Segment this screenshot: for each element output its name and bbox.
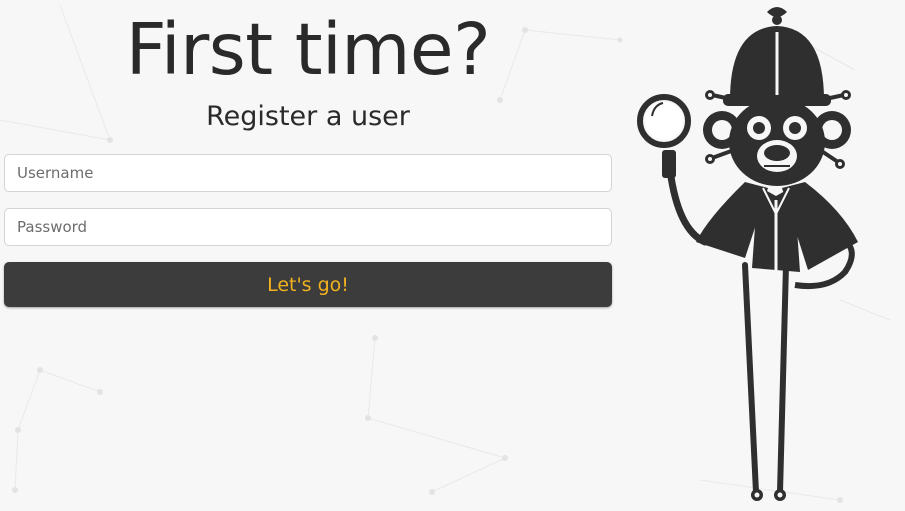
username-input[interactable] (4, 154, 612, 192)
register-page: First time? Register a user Let's go! (0, 0, 905, 511)
detective-monkey-icon (637, 7, 858, 501)
submit-button[interactable]: Let's go! (4, 262, 612, 307)
password-input[interactable] (4, 208, 612, 246)
page-subtitle: Register a user (206, 101, 410, 132)
page-title: First time? (125, 8, 491, 91)
register-form: First time? Register a user Let's go! (4, 0, 612, 307)
